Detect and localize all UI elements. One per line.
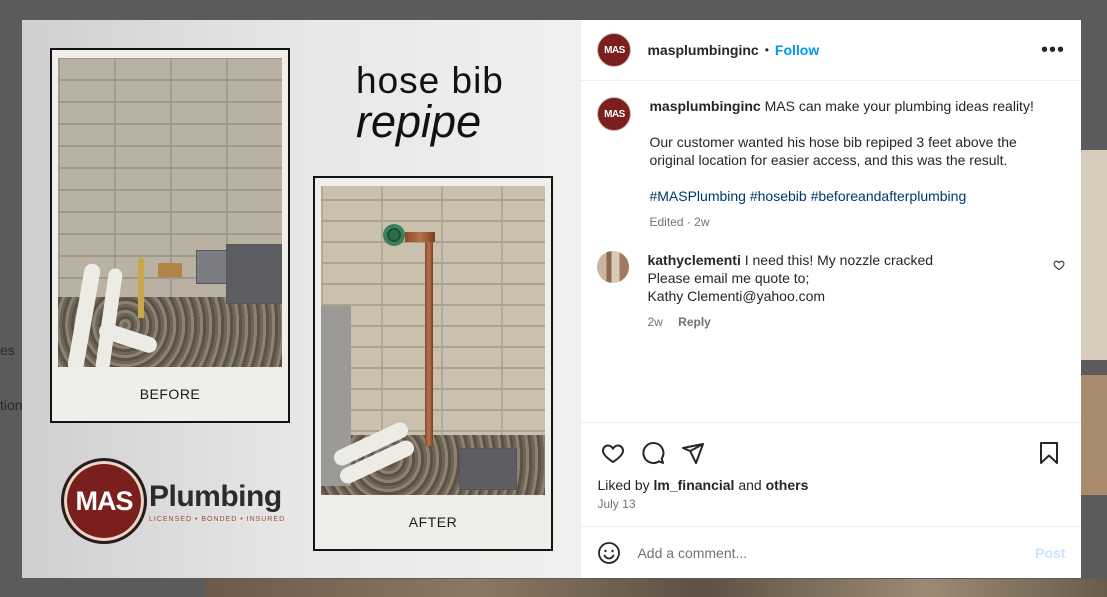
commenter-avatar[interactable]	[597, 251, 630, 283]
logo-tagline: LICENSED • BONDED • INSURED	[149, 516, 286, 523]
save-button[interactable]	[1029, 433, 1069, 473]
liked-others-link[interactable]: others	[766, 477, 809, 493]
mas-logo: MAS	[61, 458, 147, 544]
logo-wordmark: Plumbing	[149, 480, 282, 513]
add-comment-input[interactable]	[635, 543, 1036, 562]
emoji-icon[interactable]	[597, 541, 621, 565]
caption-hashtags[interactable]: #MASPlumbing #hosebib #beforeandafterplu…	[649, 187, 1065, 205]
paper-plane-icon	[682, 443, 705, 464]
avatar-initials: MAS	[604, 108, 625, 120]
after-photo	[321, 186, 545, 495]
post-side-panel: MAS masplumbinginc • Follow ••• MAS masp…	[580, 20, 1082, 578]
comments-list[interactable]: MAS masplumbinginc MAS can make your plu…	[581, 81, 1081, 421]
post-image[interactable]: BEFORE hose bib repipe AFTER MAS Plumbin…	[22, 20, 581, 578]
more-options-icon[interactable]: •••	[1041, 39, 1065, 62]
comment-text-line3: Kathy Clementi@yahoo.com	[647, 288, 826, 304]
comment-username[interactable]: kathyclementi	[647, 252, 740, 268]
post-actions: Liked by lm_financial and others July 13	[581, 422, 1082, 535]
separator-dot: •	[764, 43, 769, 57]
avatar-initials: MAS	[604, 44, 625, 56]
post-comment-button[interactable]: Post	[1035, 545, 1065, 561]
after-caption: AFTER	[408, 514, 458, 530]
background-text: tion	[0, 397, 23, 413]
liked-and: and	[738, 477, 762, 493]
header-username[interactable]: masplumbinginc	[647, 42, 758, 58]
before-photo-frame: BEFORE	[50, 48, 290, 423]
background-image	[1081, 150, 1107, 360]
like-button[interactable]	[593, 433, 633, 473]
comment-button[interactable]	[633, 433, 673, 473]
comment-text-line2: Please email me quote to;	[647, 270, 810, 286]
after-photo-frame: AFTER	[313, 176, 553, 551]
heart-icon	[602, 444, 625, 464]
comment-time: 2w	[647, 315, 663, 329]
logo-initials: MAS	[75, 485, 134, 516]
image-title-italic: repipe	[356, 96, 482, 147]
caption-avatar[interactable]: MAS	[597, 97, 632, 131]
comment-item: kathyclementi I need this! My nozzle cra…	[597, 251, 1065, 331]
caption-body: Our customer wanted his hose bib repiped…	[649, 134, 1017, 168]
before-photo	[58, 58, 282, 367]
post-caption: MAS masplumbinginc MAS can make your plu…	[597, 97, 1065, 231]
post-header: MAS masplumbinginc • Follow •••	[581, 20, 1081, 81]
liked-prefix: Liked by	[597, 477, 650, 493]
background-image-strip	[205, 579, 1107, 597]
background-image	[1081, 375, 1107, 495]
background-text: es	[0, 342, 15, 358]
post-modal: BEFORE hose bib repipe AFTER MAS Plumbin…	[22, 20, 1082, 578]
before-caption: BEFORE	[139, 386, 201, 402]
reply-button[interactable]: Reply	[678, 315, 711, 329]
comment-text-line1: I need this! My nozzle cracked	[744, 252, 934, 268]
liked-user-link[interactable]: lm_financial	[654, 477, 735, 493]
bookmark-icon	[1040, 442, 1059, 464]
post-date[interactable]: July 13	[581, 497, 1081, 511]
share-button[interactable]	[673, 433, 713, 473]
caption-username[interactable]: masplumbinginc	[649, 98, 760, 114]
follow-button[interactable]: Follow	[775, 42, 819, 58]
add-comment-bar: Post	[581, 526, 1082, 578]
comment-bubble-icon	[642, 442, 665, 464]
profile-avatar[interactable]: MAS	[597, 33, 632, 67]
like-comment-heart-icon[interactable]	[1053, 259, 1065, 271]
caption-intro: MAS can make your plumbing ideas reality…	[764, 98, 1034, 114]
likes-summary: Liked by lm_financial and others	[581, 477, 1081, 493]
caption-meta: Edited · 2w	[649, 215, 710, 229]
